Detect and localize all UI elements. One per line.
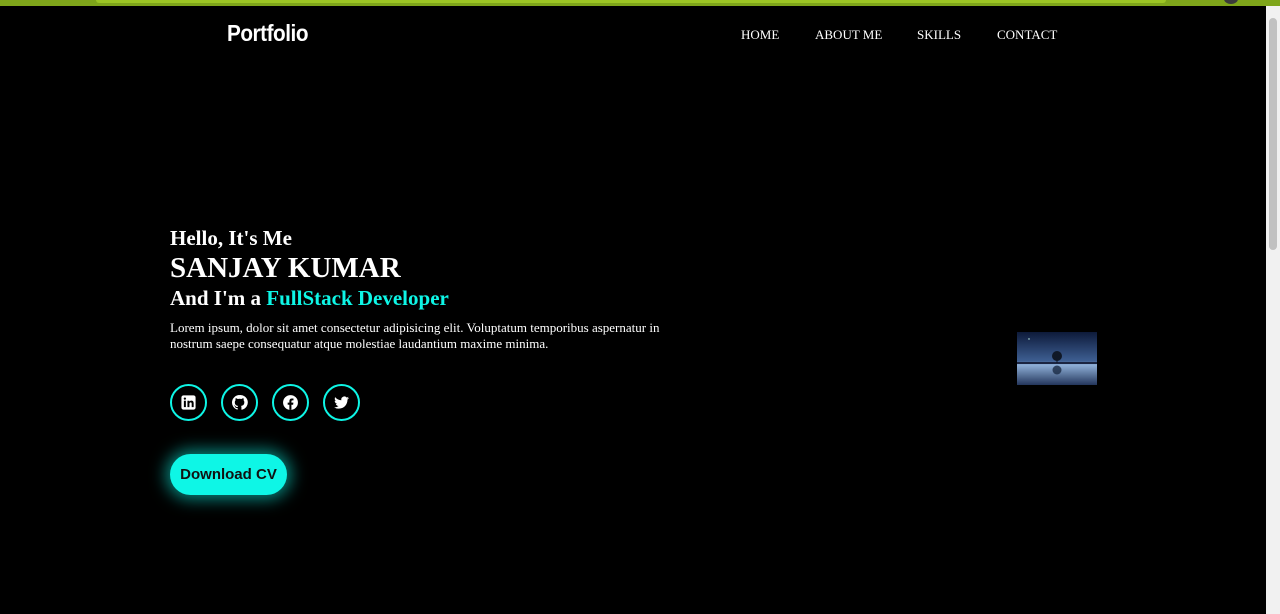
- download-cv-button[interactable]: Download CV: [170, 454, 287, 495]
- nav-about-me[interactable]: ABOUT ME: [815, 27, 882, 43]
- top-strip-dot: [1224, 0, 1238, 4]
- browser-top-strip: [0, 0, 1280, 6]
- linkedin-link[interactable]: [170, 384, 207, 421]
- twitter-icon: [334, 396, 349, 409]
- nav-home[interactable]: HOME: [741, 27, 779, 43]
- twitter-link[interactable]: [323, 384, 360, 421]
- top-strip-highlight: [96, 0, 1166, 3]
- github-link[interactable]: [221, 384, 258, 421]
- nav-contact[interactable]: CONTACT: [997, 27, 1057, 43]
- hero-role-highlight: FullStack Developer: [266, 286, 449, 310]
- linkedin-icon: [181, 395, 196, 410]
- github-icon: [231, 395, 248, 410]
- hero-name: SANJAY KUMAR: [170, 252, 401, 284]
- hero-description: Lorem ipsum, dolor sit amet consectetur …: [170, 320, 660, 351]
- facebook-icon: [283, 395, 298, 410]
- facebook-link[interactable]: [272, 384, 309, 421]
- scrollbar-thumb[interactable]: [1269, 18, 1277, 250]
- nav-skills[interactable]: SKILLS: [917, 27, 961, 43]
- main-nav: HOME ABOUT ME SKILLS CONTACT: [0, 27, 1280, 47]
- hero-role: And I'm a FullStack Developer: [170, 286, 449, 311]
- hero-role-prefix: And I'm a: [170, 286, 267, 310]
- hero-greeting: Hello, It's Me: [170, 226, 292, 250]
- profile-image: [1017, 332, 1097, 385]
- page-scrollbar[interactable]: [1266, 6, 1280, 614]
